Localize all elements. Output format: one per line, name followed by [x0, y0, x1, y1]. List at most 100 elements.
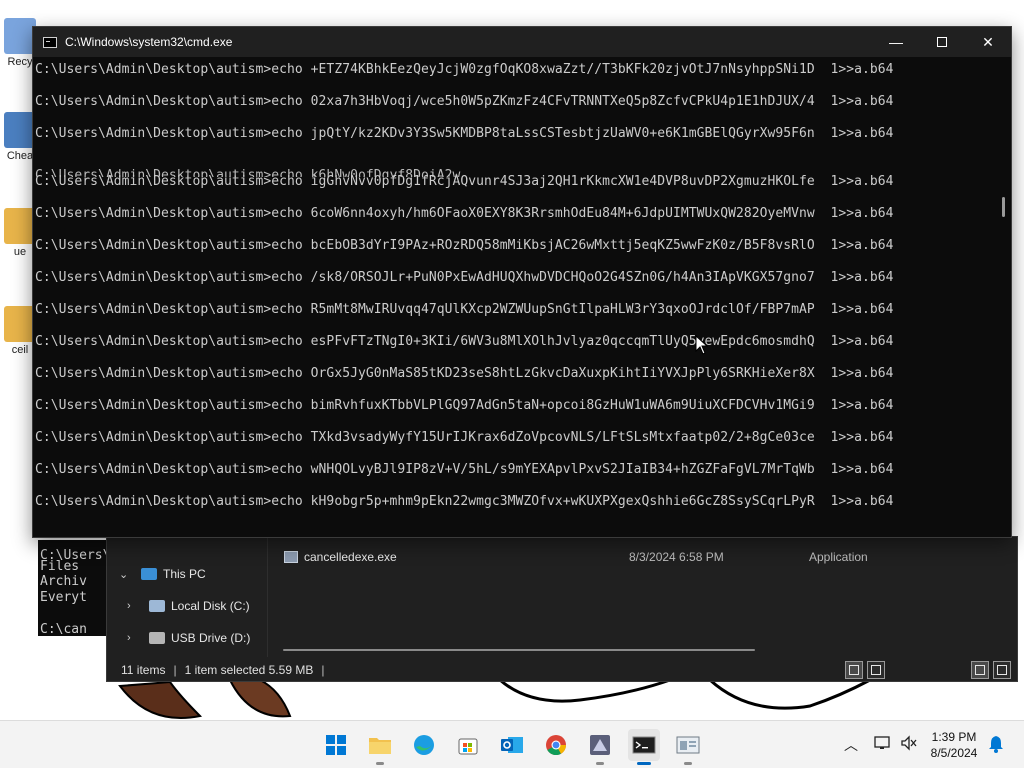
chevron-right-icon[interactable]: › [127, 632, 139, 644]
clock-time: 1:39 PM [931, 730, 977, 744]
terminal-line: C:\Users\Admin\Desktop\autism>echo kH9ob… [35, 494, 894, 509]
drive-icon [149, 600, 165, 612]
close-icon: ✕ [982, 33, 994, 50]
terminal-line: C:\Users\Admin\Desktop\autism>echo 6coW6… [35, 206, 894, 221]
folder-icon [369, 738, 391, 754]
console-line: Archiv [40, 574, 87, 589]
chrome-icon [546, 735, 567, 756]
chevron-right-icon[interactable]: › [127, 600, 139, 612]
terminal-line: C:\Users\Admin\Desktop\autism>echo R5mMt… [35, 302, 894, 317]
running-indicator [596, 762, 604, 765]
details-view-button[interactable] [845, 661, 863, 679]
terminal-line: C:\Users\Admin\Desktop\autism>echo jpQtY… [35, 126, 894, 141]
nav-item-local-disk[interactable]: › Local Disk (C:) [127, 595, 250, 617]
running-indicator [684, 762, 692, 765]
terminal-line: C:\Users\Admin\Desktop\autism>echo /sk8/… [35, 270, 894, 285]
tiles-view-icon [871, 665, 881, 675]
taskbar-terminal[interactable] [628, 729, 660, 765]
maximize-icon [937, 37, 947, 47]
maximize-button[interactable] [919, 27, 965, 57]
terminal-line: C:\Users\Admin\Desktop\autism>echo 02xa7… [35, 94, 894, 109]
active-indicator [637, 762, 651, 765]
status-separator: | [321, 663, 325, 677]
details-view-button-2[interactable] [971, 661, 989, 679]
cmd-title-bar[interactable]: C:\Windows\system32\cmd.exe — ✕ [33, 27, 1011, 57]
terminal-line: C:\Users\Admin\Desktop\autism>echo igGhv… [35, 174, 894, 189]
console-line: C:\can [40, 622, 87, 637]
taskbar-game-app[interactable] [584, 729, 616, 765]
taskbar-chrome[interactable] [540, 729, 572, 761]
wallpaper-art [118, 678, 871, 719]
show-hidden-icons-button[interactable]: ︿ [844, 735, 858, 755]
taskbar-outlook[interactable] [496, 729, 528, 761]
chevron-up-icon: ︿ [844, 737, 858, 753]
terminal-line: C:\Users\Admin\Desktop\autism>echo +ETZ7… [35, 62, 894, 77]
details-view-icon [849, 665, 859, 675]
terminal-line: C:\Users\Admin\Desktop\autism>echo wNHQO… [35, 462, 894, 477]
running-indicator [376, 762, 384, 765]
tiles-view-button-2[interactable] [993, 661, 1011, 679]
window-title: C:\Windows\system32\cmd.exe [65, 35, 233, 49]
file-date: 8/3/2024 6:58 PM [629, 550, 724, 564]
computer-icon [141, 568, 157, 580]
cmd-app-icon [43, 36, 57, 48]
minimize-icon: — [889, 34, 903, 50]
nav-item-usb-drive[interactable]: › USB Drive (D:) [127, 627, 250, 649]
terminal-line: C:\Users\Admin\Desktop\autism>echo bcEbO… [35, 238, 894, 253]
console-line: Files [40, 559, 80, 574]
bell-icon [989, 736, 1003, 753]
outlook-icon [501, 737, 523, 753]
file-explorer-window[interactable]: ⌄ This PC › Local Disk (C:) › USB Drive … [106, 536, 1018, 682]
nav-item-label: USB Drive (D:) [171, 631, 251, 645]
start-button[interactable] [320, 729, 352, 761]
terminal-output[interactable]: C:\Users\Admin\Desktop\autism>echo k6hNw… [33, 57, 999, 537]
mouse-cursor-icon [695, 335, 709, 355]
store-icon [458, 738, 478, 755]
taskbar-settings-app[interactable] [672, 729, 704, 765]
status-separator: | [173, 663, 177, 677]
explorer-file-list: cancelledexe.exe 8/3/2024 6:58 PM Applic… [267, 537, 1017, 657]
terminal-scrollbar[interactable] [999, 57, 1011, 537]
console-line: Everyt [40, 590, 87, 605]
terminal-line: C:\Users\Admin\Desktop\autism>echo OrGx5… [35, 366, 894, 381]
edge-icon [414, 735, 434, 755]
terminal-line: C:\Users\Admin\Desktop\autism>echo TXkd3… [35, 430, 894, 445]
status-selection: 1 item selected 5.59 MB [184, 663, 314, 677]
network-status-button[interactable] [874, 735, 892, 751]
scrollbar-thumb[interactable] [1002, 197, 1005, 217]
windows-logo-icon [326, 735, 346, 755]
notifications-button[interactable] [988, 735, 1004, 753]
horizontal-scrollbar[interactable] [283, 649, 755, 651]
application-icon [284, 551, 298, 563]
explorer-nav-pane: ⌄ This PC › Local Disk (C:) › USB Drive … [107, 537, 257, 657]
minimize-button[interactable]: — [873, 27, 919, 57]
file-type: Application [809, 550, 868, 564]
cmd-window[interactable]: C:\Windows\system32\cmd.exe — ✕ C:\Users… [32, 26, 1012, 538]
window-app-icon [676, 736, 700, 754]
file-row[interactable]: cancelledexe.exe 8/3/2024 6:58 PM Applic… [284, 547, 884, 567]
volume-button[interactable] [900, 735, 918, 751]
tiles-view-button[interactable] [867, 661, 885, 679]
file-name: cancelledexe.exe [304, 550, 397, 564]
usb-drive-icon [149, 632, 165, 644]
taskbar-file-explorer[interactable] [364, 729, 396, 765]
taskbar-store[interactable] [452, 729, 484, 761]
tiles-view-icon [997, 665, 1007, 675]
taskbar-clock[interactable]: 1:39 PM 8/5/2024 [922, 729, 986, 761]
nav-item-this-pc[interactable]: ⌄ This PC [119, 563, 206, 585]
terminal-line: C:\Users\Admin\Desktop\autism>echo bimRv… [35, 398, 894, 413]
terminal-icon [632, 736, 656, 754]
taskbar-edge[interactable] [408, 729, 440, 761]
nav-item-label: Local Disk (C:) [171, 599, 250, 613]
terminal-line: C:\Users\Admin\Desktop\autism>echo esPFv… [35, 334, 894, 349]
close-button[interactable]: ✕ [965, 27, 1011, 57]
network-icon [874, 736, 890, 749]
taskbar: ︿ 1:39 PM 8/5/2024 [0, 720, 1024, 768]
details-view-icon [975, 665, 985, 675]
nav-item-label: This PC [163, 567, 206, 581]
clock-date: 8/5/2024 [930, 746, 978, 760]
chevron-down-icon[interactable]: ⌄ [119, 568, 131, 581]
game-icon [590, 735, 610, 755]
speaker-muted-icon [901, 735, 917, 751]
status-item-count: 11 items [121, 663, 166, 677]
